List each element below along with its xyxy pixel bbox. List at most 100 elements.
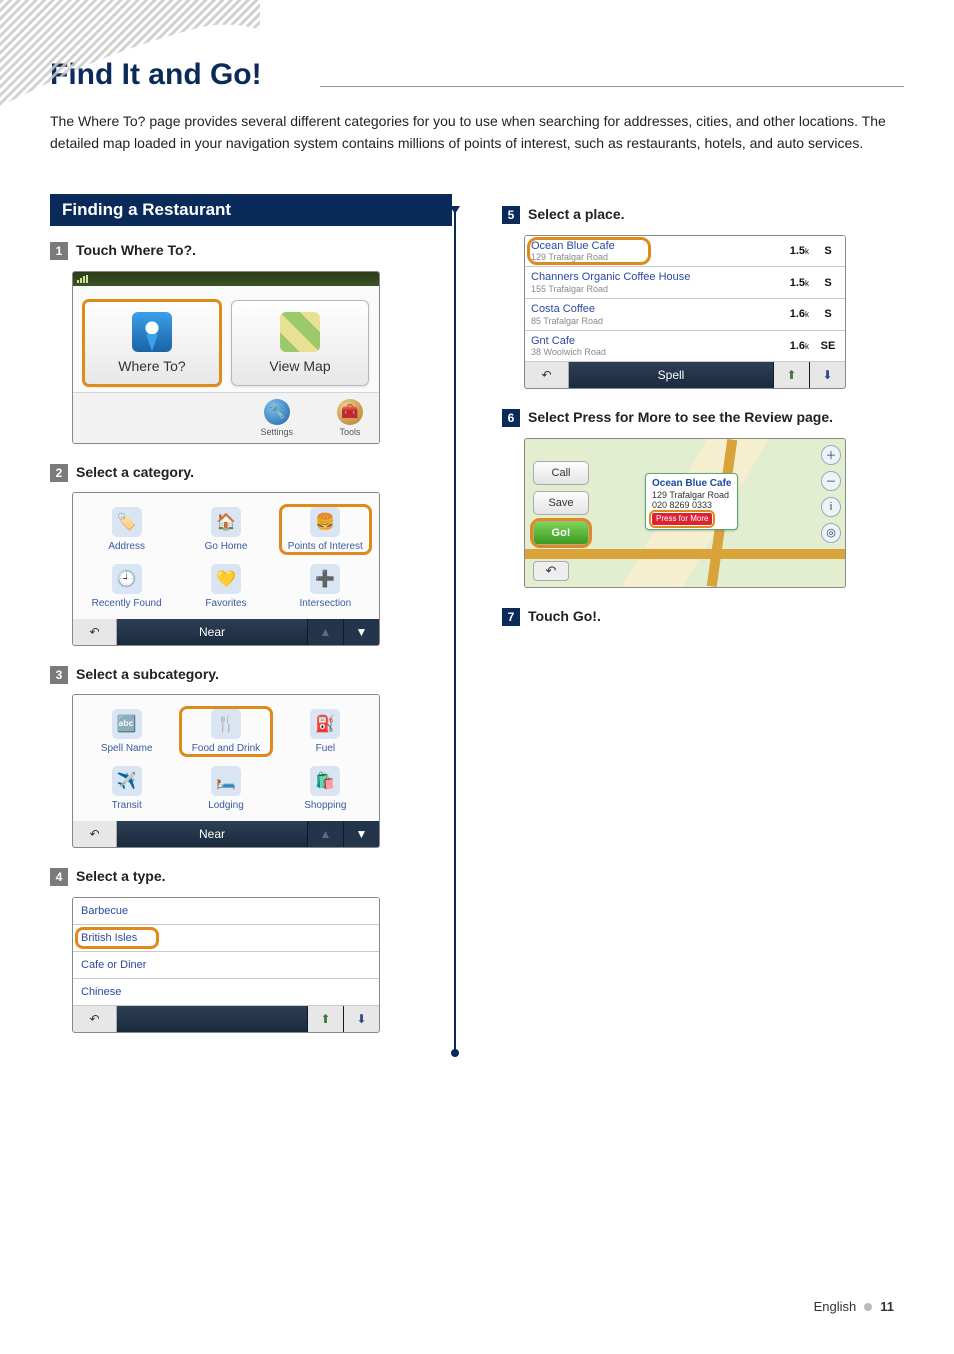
result-unit: k — [805, 247, 809, 256]
footer-page-number: 11 — [880, 1299, 894, 1314]
zoom-out-button[interactable]: － — [821, 471, 841, 491]
scroll-down-button[interactable]: ▼ — [343, 619, 379, 645]
subcat-spell-name[interactable]: 🔤 Spell Name — [77, 703, 176, 760]
subcat-transit[interactable]: ✈️Transit — [77, 760, 176, 817]
result-name: Ocean Blue Cafe — [531, 240, 615, 253]
back-button[interactable]: ↶ — [73, 619, 117, 645]
result-dist: 1.6 — [790, 308, 805, 320]
home-icon: 🏠 — [211, 507, 241, 537]
place-callout[interactable]: Ocean Blue Cafe 129 Trafalgar Road 020 8… — [645, 473, 738, 530]
category-label: Favorites — [205, 598, 246, 609]
timeline-connector — [454, 212, 456, 1050]
result-row[interactable]: Ocean Blue Cafe129 Trafalgar Road 1.5kS — [525, 236, 845, 268]
category-recent[interactable]: 🕘Recently Found — [77, 558, 176, 615]
step-text-5: Select a place. — [528, 204, 625, 224]
view-map-icon — [280, 312, 320, 352]
near-button[interactable]: Near — [117, 821, 307, 847]
category-poi[interactable]: 🍔Points of Interest — [276, 501, 375, 558]
result-unit: k — [805, 279, 809, 288]
step-number-4: 4 — [50, 868, 68, 886]
step-text-7: Touch Go!. — [528, 606, 601, 626]
step-number-1: 1 — [50, 242, 68, 260]
category-address[interactable]: 🏷️Address — [77, 501, 176, 558]
spell-button[interactable]: Spell — [569, 362, 773, 388]
fuel-icon: ⛽ — [310, 709, 340, 739]
step-number-3: 3 — [50, 666, 68, 684]
result-sub: 85 Trafalgar Road — [531, 316, 603, 326]
view-map-button[interactable]: View Map — [231, 300, 369, 386]
intro-paragraph: The Where To? page provides several diff… — [50, 111, 904, 154]
subcat-label: Fuel — [316, 743, 335, 754]
category-label: Points of Interest — [288, 541, 363, 552]
spell-icon: 🔤 — [112, 709, 142, 739]
subcat-shopping[interactable]: 🛍️Shopping — [276, 760, 375, 817]
press-for-more-button[interactable]: Press for More — [652, 513, 712, 525]
step-number-6: 6 — [502, 409, 520, 427]
status-bar — [73, 272, 379, 286]
back-button[interactable]: ↶ — [73, 821, 117, 847]
result-row[interactable]: Channers Organic Coffee House155 Trafalg… — [525, 267, 845, 299]
screenshot-map-review: Call Save Go! Ocean Blue Cafe 129 Trafal… — [524, 438, 846, 588]
go-button[interactable]: Go! — [533, 521, 589, 545]
tools-button[interactable]: 🧰 Tools — [337, 399, 363, 437]
result-name: Costa Coffee — [531, 303, 603, 316]
address-icon: 🏷️ — [112, 507, 142, 537]
scroll-down-button[interactable]: ▼ — [343, 821, 379, 847]
result-dist: 1.5 — [790, 245, 805, 257]
section-heading: Finding a Restaurant — [50, 194, 452, 226]
near-button[interactable]: Near — [117, 619, 307, 645]
subcat-food[interactable]: 🍴Food and Drink — [176, 703, 275, 760]
info-button[interactable]: i — [821, 497, 841, 517]
type-row[interactable]: British Isles — [73, 925, 379, 952]
save-button[interactable]: Save — [533, 491, 589, 515]
footer-dot-icon — [864, 1303, 872, 1311]
transit-icon: ✈️ — [112, 766, 142, 796]
settings-button[interactable]: 🔧 Settings — [260, 399, 293, 437]
step-text-1: Touch Where To?. — [76, 240, 196, 260]
step-number-2: 2 — [50, 464, 68, 482]
scroll-up-button[interactable]: ⬆ — [307, 1006, 343, 1032]
back-button[interactable]: ↶ — [533, 561, 569, 581]
category-label: Go Home — [205, 541, 248, 552]
subcat-lodging[interactable]: 🛏️Lodging — [176, 760, 275, 817]
result-row[interactable]: Costa Coffee85 Trafalgar Road 1.6kS — [525, 299, 845, 331]
scroll-up-button[interactable]: ⬆ — [773, 362, 809, 388]
result-dist: 1.5 — [790, 277, 805, 289]
type-row[interactable]: Cafe or Diner — [73, 952, 379, 979]
type-row[interactable]: Barbecue — [73, 898, 379, 925]
type-row[interactable]: Chinese — [73, 979, 379, 1006]
screenshot-results: Ocean Blue Cafe129 Trafalgar Road 1.5kS … — [524, 235, 846, 390]
scroll-down-button[interactable]: ⬇ — [809, 362, 845, 388]
result-sub: 129 Trafalgar Road — [531, 252, 615, 262]
result-sub: 155 Trafalgar Road — [531, 284, 690, 294]
back-button[interactable]: ↶ — [73, 1006, 117, 1032]
subcat-label: Spell Name — [101, 743, 153, 754]
where-to-button[interactable]: Where To? — [83, 300, 221, 386]
step-number-5: 5 — [502, 206, 520, 224]
where-to-label: Where To? — [118, 358, 185, 374]
recenter-button[interactable]: ◎ — [821, 523, 841, 543]
step-text-3: Select a subcategory. — [76, 664, 219, 684]
page-footer: English 11 — [814, 1299, 894, 1314]
step-text-6: Select Press for More to see the Review … — [528, 407, 833, 427]
category-intersection[interactable]: ➕Intersection — [276, 558, 375, 615]
result-dir: S — [817, 245, 839, 257]
result-sub: 38 Woolwich Road — [531, 347, 606, 357]
scroll-down-button[interactable]: ⬇ — [343, 1006, 379, 1032]
category-favorites[interactable]: 💛Favorites — [176, 558, 275, 615]
signal-icon — [77, 275, 88, 283]
scroll-up-button[interactable]: ▲ — [307, 619, 343, 645]
intersection-icon: ➕ — [310, 564, 340, 594]
tools-label: Tools — [339, 427, 360, 437]
zoom-in-button[interactable]: ＋ — [821, 445, 841, 465]
result-row[interactable]: Gnt Cafe38 Woolwich Road 1.6kSE — [525, 331, 845, 363]
lodging-icon: 🛏️ — [211, 766, 241, 796]
subcat-fuel[interactable]: ⛽ Fuel — [276, 703, 375, 760]
where-to-icon — [132, 312, 172, 352]
call-button[interactable]: Call — [533, 461, 589, 485]
result-unit: k — [805, 342, 809, 351]
back-button[interactable]: ↶ — [525, 362, 569, 388]
scroll-up-button[interactable]: ▲ — [307, 821, 343, 847]
category-go-home[interactable]: 🏠 Go Home — [176, 501, 275, 558]
screenshot-main-menu: Where To? View Map 🔧 Settings — [72, 271, 380, 444]
